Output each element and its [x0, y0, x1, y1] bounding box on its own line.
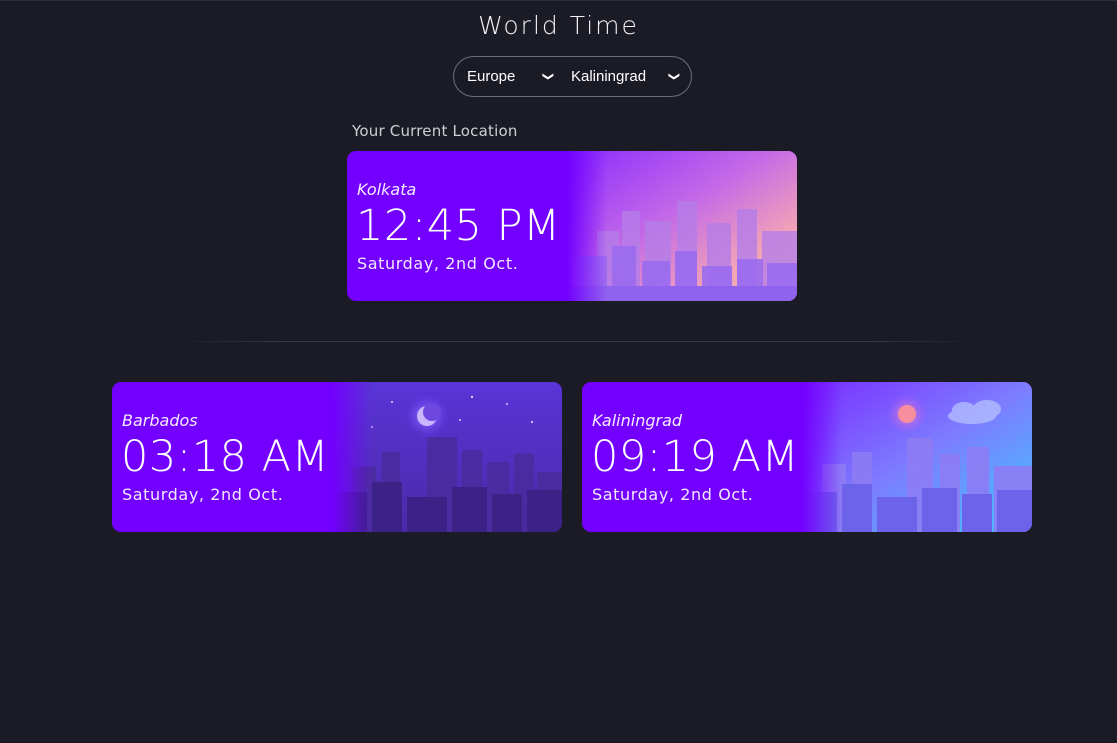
clock-time: 09:19 AM [591, 432, 800, 482]
clock-city-name: Barbados [122, 411, 198, 430]
current-location-label: Your Current Location [352, 122, 518, 140]
city-select[interactable]: Kaliningrad ❯ [571, 68, 680, 85]
region-select[interactable]: Europe ❯ [467, 68, 559, 85]
clock-time: 03:18 AM [121, 432, 330, 482]
city-select-value: Kaliningrad [571, 68, 647, 85]
current-location-card: Kolkata 12:45 PM Saturday, 2nd Oct. [347, 151, 797, 301]
current-city-name: Kolkata [357, 180, 417, 199]
chevron-down-icon: ❯ [667, 71, 680, 82]
clock-date: Saturday, 2nd Oct. [122, 485, 284, 504]
clock-card: Barbados 03:18 AM Saturday, 2nd Oct. [112, 382, 562, 532]
page-title: World Time [478, 11, 639, 40]
clock-date: Saturday, 2nd Oct. [592, 485, 754, 504]
region-select-value: Europe [467, 68, 516, 85]
current-time: 12:45 PM [356, 201, 561, 251]
clock-city-name: Kaliningrad [592, 411, 683, 430]
card-fade-overlay [802, 382, 842, 532]
card-fade-overlay [567, 151, 607, 301]
section-divider [170, 341, 980, 342]
timezone-selector: Europe ❯ Kaliningrad ❯ [453, 56, 692, 97]
card-fade-overlay [332, 382, 372, 532]
chevron-down-icon: ❯ [541, 71, 554, 82]
clock-card: Kaliningrad 09:19 AM Saturday, 2nd Oct. [582, 382, 1032, 532]
current-date: Saturday, 2nd Oct. [357, 254, 519, 273]
world-time-page: World Time Europe ❯ Kaliningrad ❯ Your C… [0, 0, 1117, 743]
